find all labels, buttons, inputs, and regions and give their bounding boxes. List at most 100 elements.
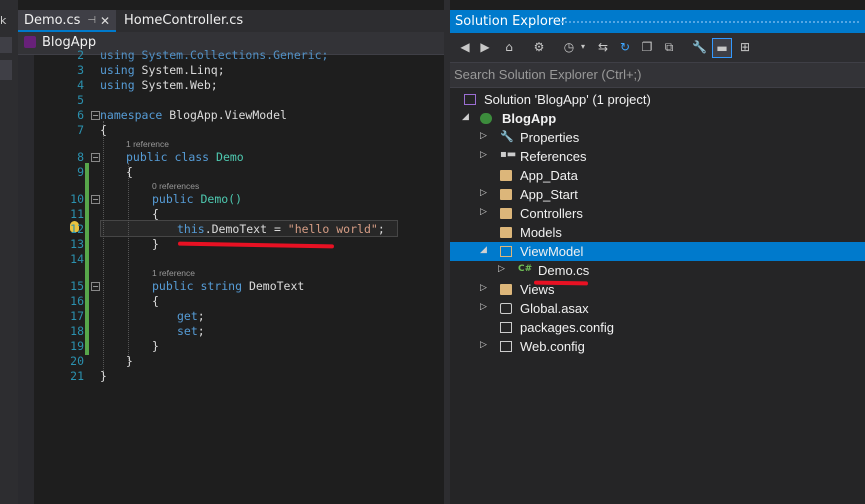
code-line: namespace BlogApp.ViewModel	[100, 108, 287, 122]
references-icon: ▪▬	[500, 149, 517, 160]
left-panel-strip: k	[0, 0, 18, 504]
code-editor[interactable]: − − − − 2 3 4 5 6 7 8 9 10 11 12 13 14 1…	[18, 48, 444, 504]
solution-explorer-toolbar: ◀ ▶ ⌂ ⚙ ◷ ▾ ⇆ ↻ ❐ ⧉ 🔧 ▬ ⊞	[450, 33, 865, 62]
code-line: }	[152, 339, 159, 353]
line-number: 15	[70, 279, 84, 293]
line-number: 9	[77, 165, 84, 179]
collapse-all-icon[interactable]: ❐	[640, 40, 654, 54]
code-line: }	[126, 354, 133, 368]
tree-item-app-data[interactable]: App_Data	[450, 166, 865, 185]
properties-wrench-icon[interactable]: 🔧	[692, 40, 707, 54]
tree-item-label: Demo.cs	[538, 263, 590, 278]
collapsed-arrow-icon[interactable]: ▷	[480, 302, 487, 312]
panel-title: Solution Explorer	[455, 14, 567, 29]
tree-item-properties[interactable]: ▷ 🔧 Properties	[450, 128, 865, 147]
refresh-icon[interactable]: ↻	[618, 40, 632, 54]
sync-icon[interactable]: ⇆	[596, 40, 610, 54]
indent-guide	[128, 163, 129, 363]
line-number: 3	[77, 63, 84, 77]
pending-changes-icon[interactable]: ⚙	[532, 40, 546, 54]
line-number: 2	[77, 48, 84, 62]
change-indicator-bar	[85, 163, 89, 355]
fold-toggle-icon[interactable]: −	[91, 153, 100, 162]
collapsed-arrow-icon[interactable]: ▷	[480, 207, 487, 217]
editor-tab-bar: Demo.cs ⊣ ✕ HomeController.cs	[18, 10, 444, 32]
code-line: {	[126, 165, 133, 179]
line-number: 17	[70, 309, 84, 323]
collapsed-arrow-icon[interactable]: ▷	[480, 340, 487, 350]
expanded-arrow-icon[interactable]: ◢	[480, 245, 487, 255]
code-line: }	[100, 369, 107, 383]
close-icon[interactable]: ✕	[100, 10, 110, 32]
tree-item-web-config[interactable]: ▷ Web.config	[450, 337, 865, 356]
tab-homecontroller-cs[interactable]: HomeController.cs	[118, 10, 254, 32]
tree-item-project[interactable]: ◢ BlogApp	[450, 109, 865, 128]
line-number: 13	[70, 237, 84, 251]
tab-demo-cs[interactable]: Demo.cs ⊣ ✕	[18, 10, 116, 32]
line-number: 19	[70, 339, 84, 353]
codelens-references[interactable]: 1 reference	[152, 268, 195, 278]
tree-item-global-asax[interactable]: ▷ Global.asax	[450, 299, 865, 318]
tree-item-references[interactable]: ▷ ▪▬ References	[450, 147, 865, 166]
tree-item-views[interactable]: ▷ Views	[450, 280, 865, 299]
tree-item-label: Controllers	[520, 206, 583, 221]
tree-item-label: Web.config	[520, 339, 585, 354]
collapsed-arrow-icon[interactable]: ▷	[480, 188, 487, 198]
config-file-icon	[500, 341, 512, 352]
folder-icon	[500, 170, 512, 181]
class-view-icon[interactable]: ⊞	[738, 40, 752, 54]
red-underline-annotation	[177, 241, 335, 249]
tree-item-label: Global.asax	[520, 301, 589, 316]
line-number: 11	[70, 207, 84, 221]
history-icon[interactable]: ◷	[562, 40, 576, 54]
collapsed-arrow-icon[interactable]: ▷	[480, 283, 487, 293]
forward-icon[interactable]: ▶	[478, 40, 492, 54]
code-line: {	[100, 123, 107, 137]
collapsed-arrow-icon[interactable]: ▷	[480, 150, 487, 160]
tree-item-solution[interactable]: Solution 'BlogApp' (1 project)	[450, 90, 865, 109]
fold-toggle-icon[interactable]: −	[91, 282, 100, 291]
code-line: using System.Linq;	[100, 63, 225, 77]
preview-selected-icon[interactable]: ▬	[712, 38, 732, 58]
tree-item-label: Solution 'BlogApp' (1 project)	[484, 92, 651, 107]
codelens-references[interactable]: 0 references	[152, 181, 199, 191]
line-number: 21	[70, 369, 84, 383]
tree-item-label: Properties	[520, 130, 580, 145]
collapsed-arrow-icon[interactable]: ▷	[480, 131, 487, 141]
code-line: {	[152, 294, 159, 308]
tree-item-packages-config[interactable]: packages.config	[450, 318, 865, 337]
code-line: public class Demo	[126, 150, 244, 164]
solution-explorer-title-bar[interactable]: Solution Explorer	[450, 10, 865, 33]
fold-toggle-icon[interactable]: −	[91, 195, 100, 204]
csharp-file-icon: C#	[518, 264, 533, 274]
show-all-files-icon[interactable]: ⧉	[662, 40, 676, 54]
project-icon	[24, 36, 36, 48]
codelens-references[interactable]: 1 reference	[126, 139, 169, 149]
tree-item-viewmodel[interactable]: ◢ ViewModel	[450, 242, 865, 261]
back-icon[interactable]: ◀	[458, 40, 472, 54]
pin-icon[interactable]: ⊣	[87, 10, 96, 32]
code-line-current: this.DemoText = "hello world";	[177, 222, 385, 236]
left-tab-fragment[interactable]: k	[0, 14, 6, 27]
chevron-down-icon[interactable]: ▾	[576, 40, 590, 54]
editor-margin	[18, 55, 34, 504]
tree-item-app-start[interactable]: ▷ App_Start	[450, 185, 865, 204]
search-input[interactable]	[454, 66, 854, 82]
solution-explorer-search	[450, 62, 865, 88]
open-folder-icon	[500, 246, 512, 257]
code-line: }	[152, 237, 159, 251]
tree-item-controllers[interactable]: ▷ Controllers	[450, 204, 865, 223]
home-icon[interactable]: ⌂	[502, 40, 516, 54]
code-line: using System.Collections.Generic;	[100, 48, 329, 62]
title-grip	[560, 20, 860, 24]
tree-item-demo-cs[interactable]: ▷ C# Demo.cs	[450, 261, 865, 280]
left-dropdown-fragment[interactable]	[0, 37, 12, 53]
collapsed-arrow-icon[interactable]: ▷	[498, 264, 505, 274]
line-number: 10	[70, 192, 84, 206]
expanded-arrow-icon[interactable]: ◢	[462, 112, 469, 122]
fold-toggle-icon[interactable]: −	[91, 111, 100, 120]
tree-item-label: App_Data	[520, 168, 578, 183]
folder-icon	[500, 208, 512, 219]
code-line: get;	[177, 309, 205, 323]
tree-item-models[interactable]: Models	[450, 223, 865, 242]
